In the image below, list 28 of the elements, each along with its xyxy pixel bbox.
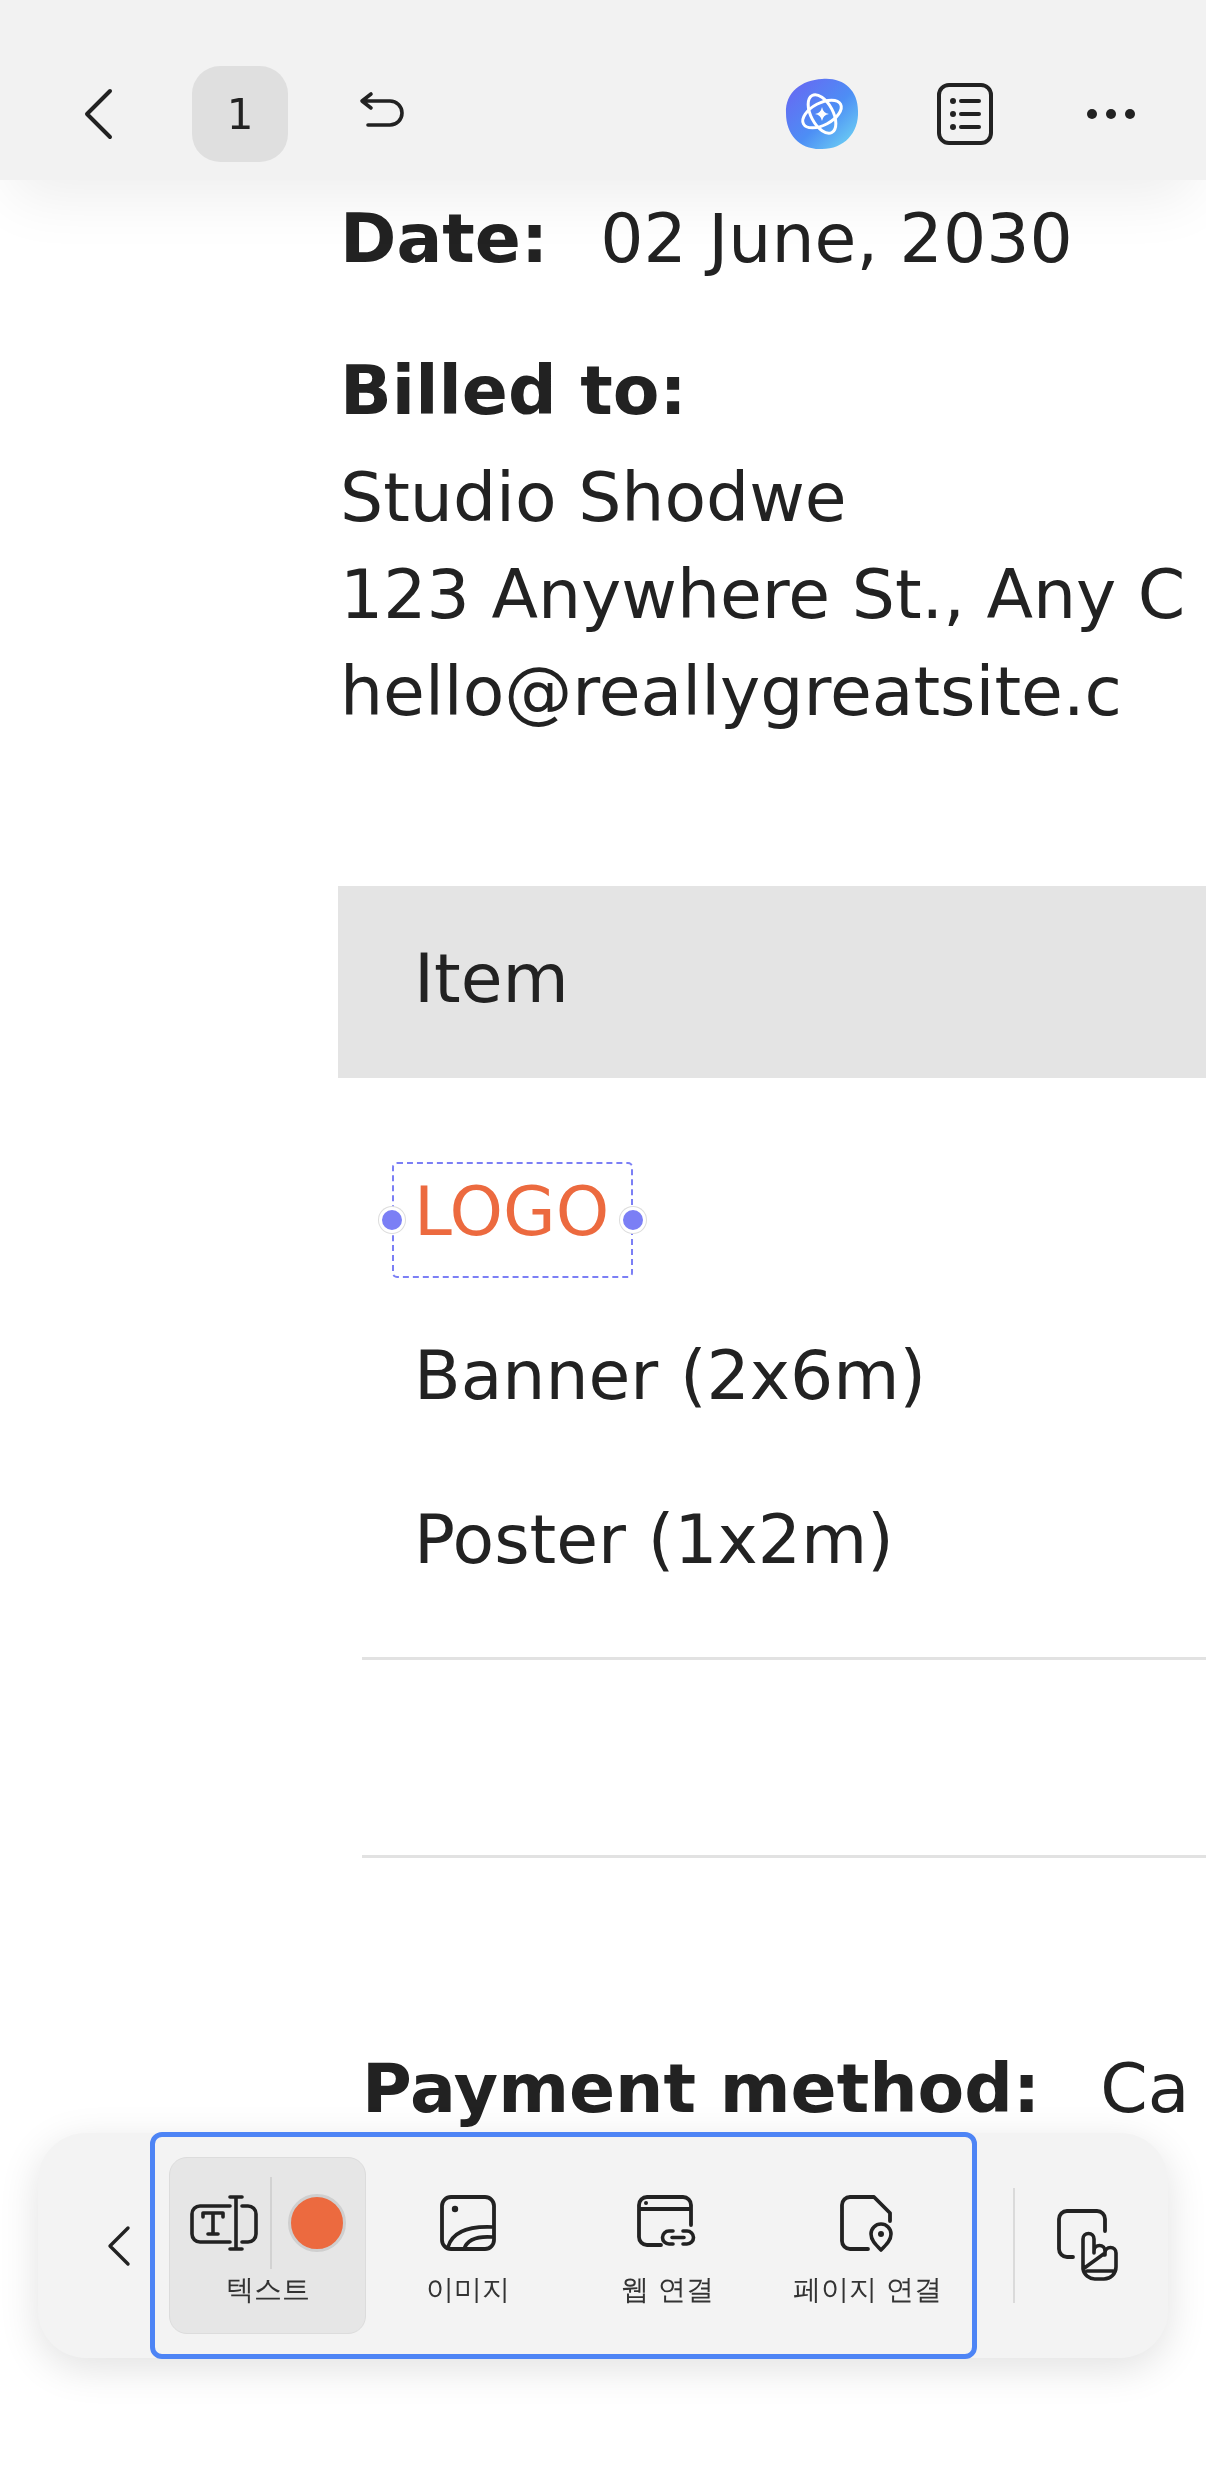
web-link-button[interactable]: 웹 연결 [569,2157,766,2334]
billing-info-line: hello@reallygreatsite.c [340,651,1122,733]
chevron-left-icon[interactable] [83,88,113,140]
image-tool-button[interactable]: 이미지 [369,2157,566,2334]
billing-info-line: Studio Shodwe [340,457,847,539]
document-pin-icon [839,2193,896,2253]
column-header: Item [414,939,569,1018]
text-tool-button[interactable]: 텍스트 [169,2157,366,2334]
date-label: Date: [340,199,549,278]
text-box-icon [189,2194,258,2252]
resize-handle[interactable] [620,1207,647,1233]
billed-to-heading: Billed to: [340,350,687,432]
payment-method-value: Ca [1100,2049,1190,2128]
table-cell: Poster (1x2m) [414,1500,894,1579]
list-icon[interactable] [937,83,993,145]
orbit-sparkle-icon[interactable] [784,77,860,151]
resize-handle[interactable] [379,1207,405,1233]
table-cell: Banner (2x6m) [414,1336,926,1415]
image-icon [439,2195,496,2251]
chevron-left-icon[interactable] [107,2224,131,2267]
payment-method-label: Payment method: [362,2049,1041,2128]
billing-info-line: 123 Anywhere St., Any C [340,554,1186,636]
table-cell: LOGO [414,1172,610,1251]
date-value: 02 June, 2030 [600,199,1073,278]
hand-pointer-icon[interactable] [1057,2208,1121,2283]
more-icon[interactable] [1087,109,1135,119]
page-number-button[interactable]: 1 [192,66,288,162]
page-link-button[interactable]: 페이지 연결 [769,2157,966,2334]
